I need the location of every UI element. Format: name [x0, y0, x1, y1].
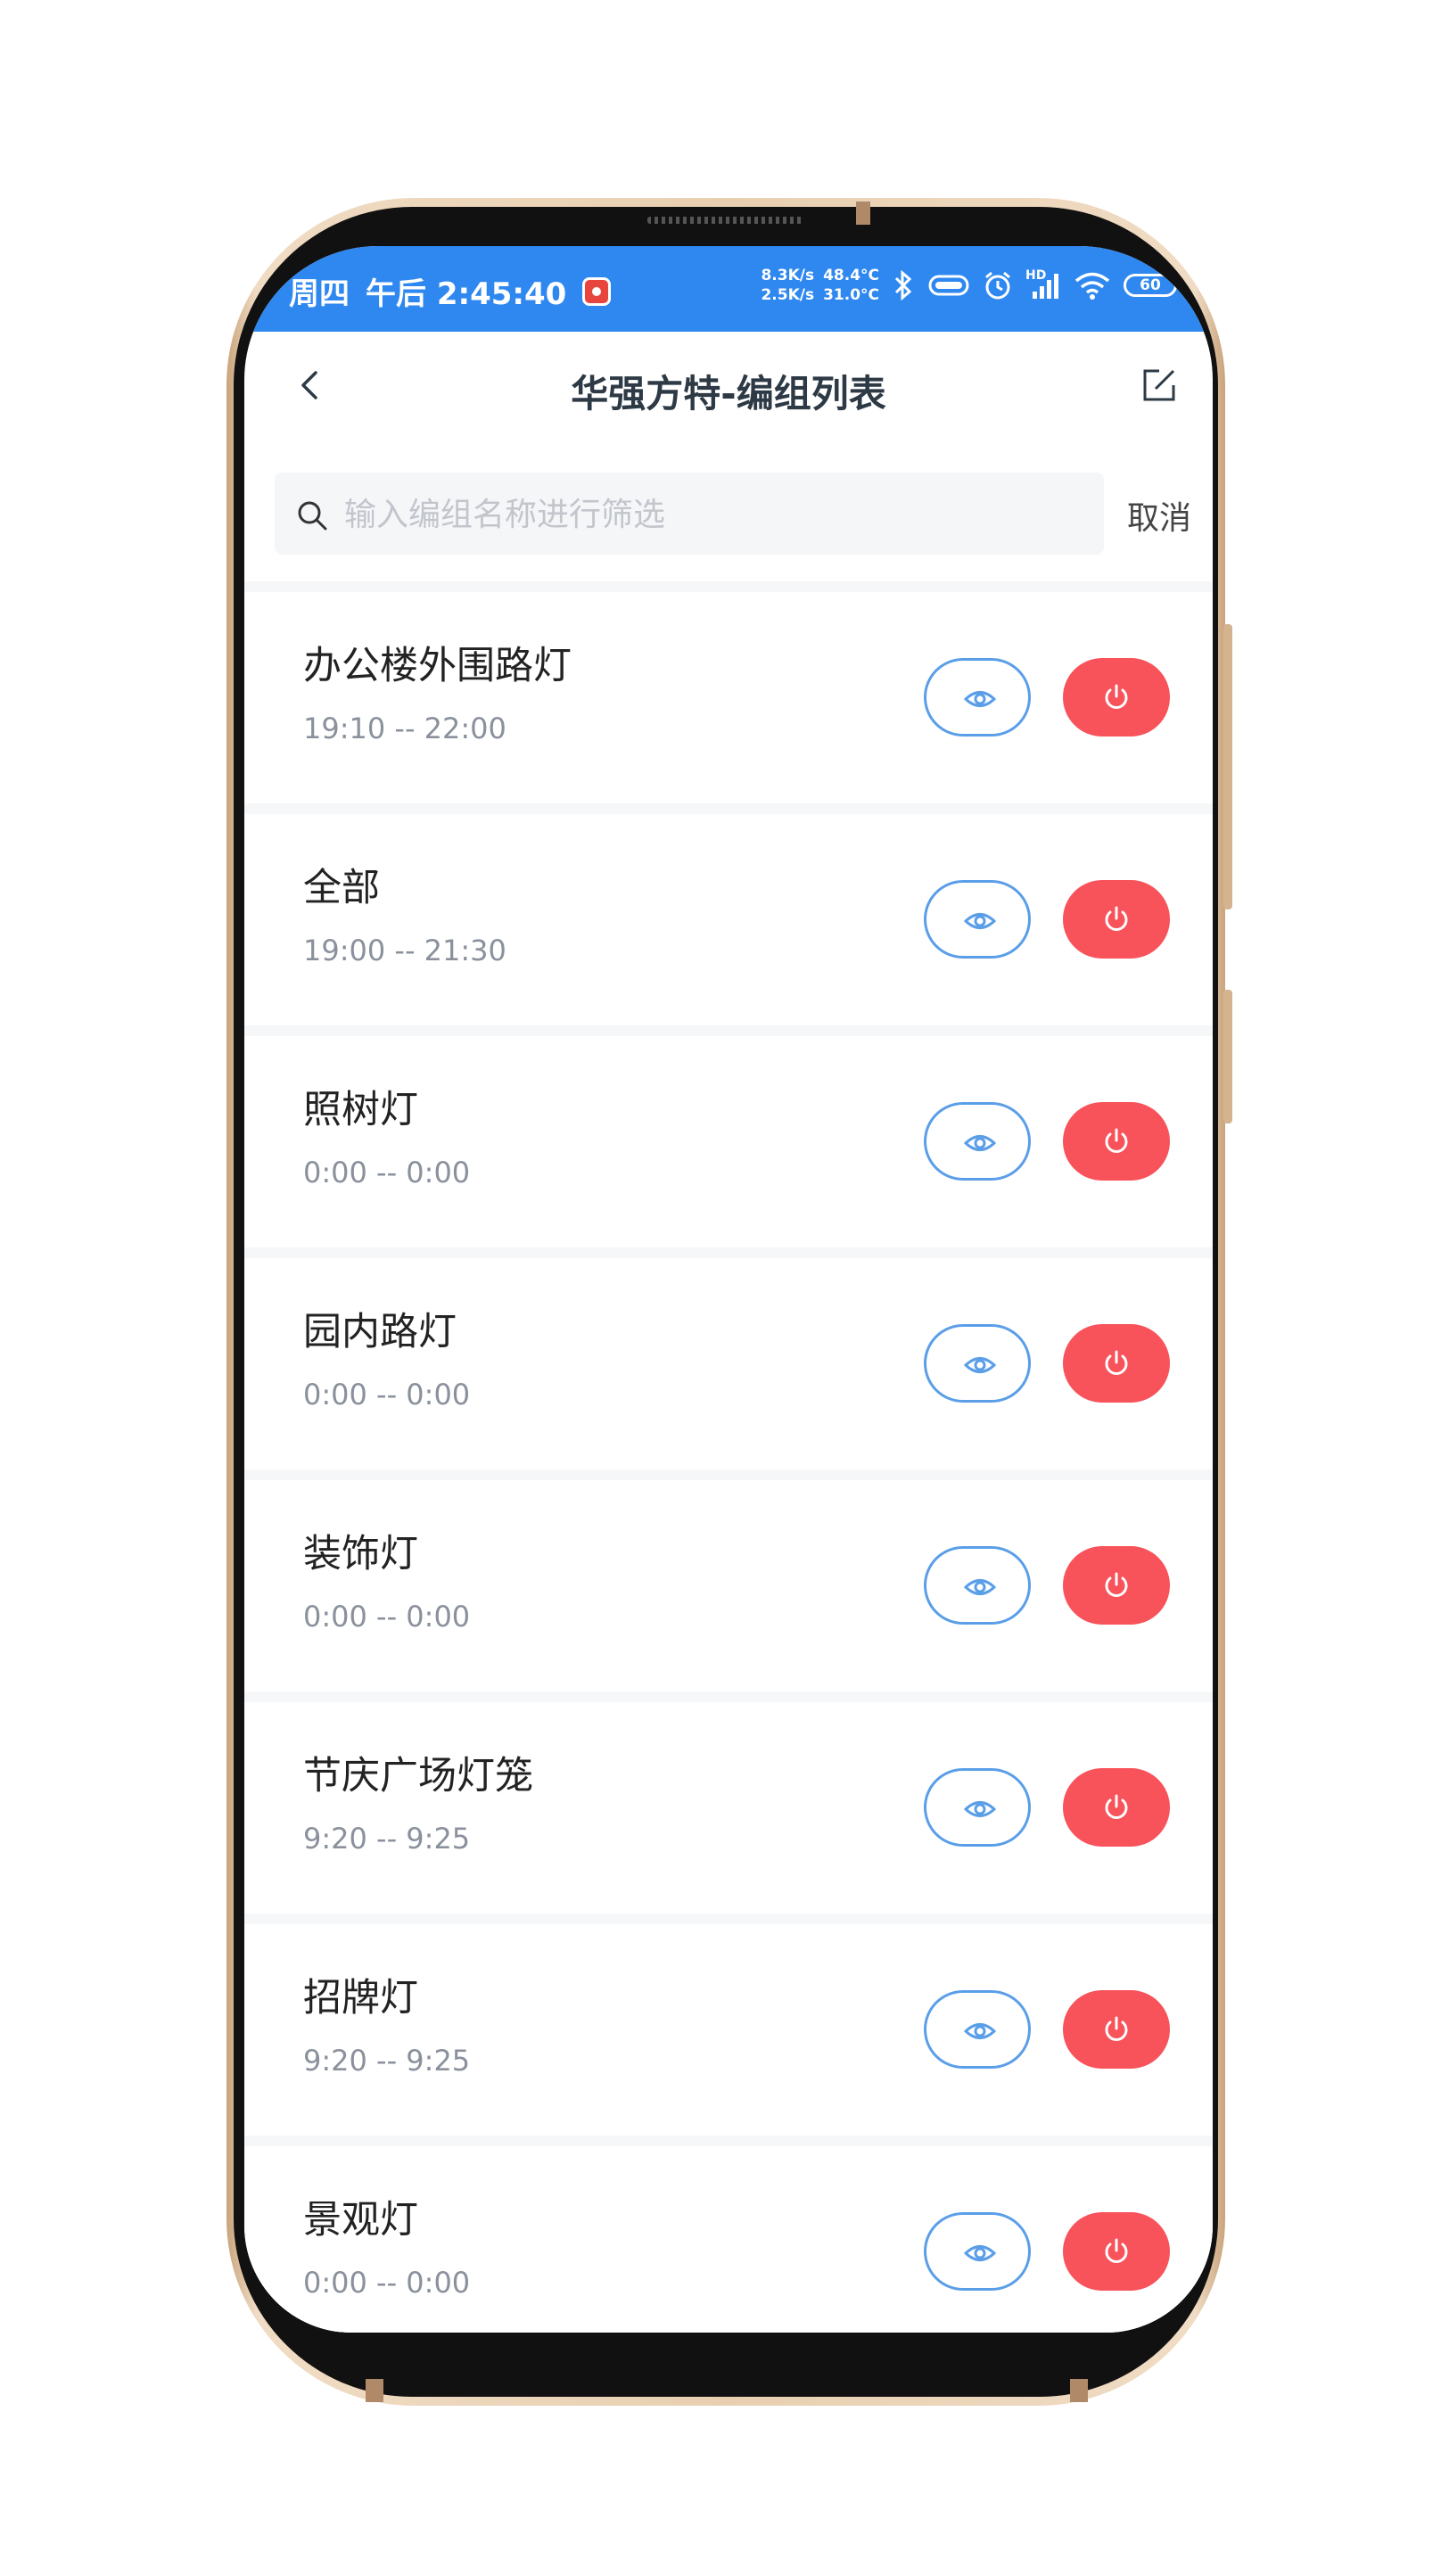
eye-icon — [964, 1135, 996, 1151]
group-schedule: 0:00 -- 0:00 — [303, 1156, 471, 1189]
power-button[interactable] — [1063, 1990, 1170, 2069]
list-separator — [244, 581, 1213, 592]
list-separator — [244, 2136, 1213, 2146]
group-name: 园内路灯 — [303, 1310, 457, 1354]
group-item[interactable]: 招牌灯 9:20 -- 9:25 — [244, 1924, 1213, 2136]
group-item[interactable]: 节庆广场灯笼 9:20 -- 9:25 — [244, 1702, 1213, 1913]
power-button[interactable] — [1063, 880, 1170, 959]
group-name: 全部 — [303, 866, 380, 910]
signal-strength-icon: HD — [1025, 268, 1061, 300]
group-schedule: 0:00 -- 0:00 — [303, 1378, 471, 1411]
power-icon — [1105, 1572, 1128, 1597]
eye-icon — [964, 691, 996, 707]
bottom-safe-area — [244, 2313, 1213, 2333]
bluetooth-icon — [894, 270, 912, 300]
power-icon — [1105, 1128, 1128, 1153]
list-separator — [244, 1247, 1213, 1258]
group-schedule: 19:10 -- 22:00 — [303, 712, 506, 745]
status-indicators: 8.3K/s 48.4°C 2.5K/s 31.0°C HD 60 — [761, 266, 1177, 305]
group-name: 节庆广场灯笼 — [303, 1754, 533, 1798]
status-clock: 周四 午后 2:45:40 — [289, 269, 612, 313]
power-button[interactable] — [1063, 2212, 1170, 2291]
eye-icon — [964, 913, 996, 929]
power-icon — [1105, 684, 1128, 709]
battery-icon: 60 — [1124, 274, 1177, 297]
group-schedule: 9:20 -- 9:25 — [303, 2044, 471, 2078]
view-button[interactable] — [924, 1546, 1031, 1625]
list-separator — [244, 1469, 1213, 1480]
volume-button — [1223, 624, 1232, 909]
power-side-button — [1223, 990, 1232, 1123]
group-name: 装饰灯 — [303, 1532, 418, 1576]
power-icon — [1105, 2238, 1128, 2263]
group-name: 景观灯 — [303, 2198, 418, 2243]
earpiece-grille — [647, 217, 804, 224]
group-item[interactable]: 照树灯 0:00 -- 0:00 — [244, 1036, 1213, 1247]
net-up-speed: 8.3K/s — [761, 267, 815, 284]
list-separator — [244, 803, 1213, 814]
power-button[interactable] — [1063, 1546, 1170, 1625]
list-separator — [244, 1025, 1213, 1036]
group-schedule: 9:20 -- 9:25 — [303, 1822, 471, 1856]
view-button[interactable] — [924, 2212, 1031, 2291]
eye-icon — [964, 1801, 996, 1817]
battery-temp: 31.0°C — [823, 286, 879, 304]
power-button[interactable] — [1063, 658, 1170, 737]
antenna-band — [856, 202, 870, 225]
group-item[interactable]: 办公楼外围路灯 19:10 -- 22:00 — [244, 592, 1213, 803]
alarm-icon — [985, 271, 1010, 300]
group-schedule: 0:00 -- 0:00 — [303, 1600, 471, 1634]
list-separator — [244, 1691, 1213, 1702]
cpu-temp: 48.4°C — [823, 267, 879, 284]
vibrate-icon — [928, 275, 969, 296]
status-bar: 周四 午后 2:45:40 8.3K/s 48.4°C 2.5K/s 31.0°… — [244, 246, 1213, 332]
app-screen: 周四 午后 2:45:40 8.3K/s 48.4°C 2.5K/s 31.0°… — [244, 246, 1213, 2333]
power-icon — [1105, 1350, 1128, 1375]
eye-icon — [964, 1357, 996, 1373]
search-input[interactable] — [342, 473, 1086, 556]
eye-icon — [964, 2023, 996, 2039]
edit-icon — [1143, 369, 1175, 401]
group-item[interactable]: 景观灯 0:00 -- 0:00 — [244, 2146, 1213, 2333]
antenna-band — [366, 2379, 383, 2402]
view-button[interactable] — [924, 880, 1031, 959]
group-name: 招牌灯 — [303, 1976, 418, 2020]
status-time: 午后 2:45:40 — [366, 276, 567, 312]
power-icon — [1105, 906, 1128, 931]
page-title: 华强方特-编组列表 — [571, 372, 886, 416]
group-schedule: 0:00 -- 0:00 — [303, 2266, 471, 2300]
power-button[interactable] — [1063, 1768, 1170, 1847]
cancel-button[interactable]: 取消 — [1127, 492, 1191, 539]
group-name: 办公楼外围路灯 — [303, 644, 572, 688]
list-separator — [244, 1913, 1213, 1924]
antenna-band — [1070, 2379, 1088, 2402]
view-button[interactable] — [924, 1324, 1031, 1403]
power-icon — [1105, 2016, 1128, 2041]
network-speed: 8.3K/s 48.4°C 2.5K/s 31.0°C — [761, 266, 879, 305]
net-down-speed: 2.5K/s — [761, 286, 815, 304]
view-button[interactable] — [924, 1768, 1031, 1847]
group-item[interactable]: 园内路灯 0:00 -- 0:00 — [244, 1258, 1213, 1469]
edit-button[interactable] — [1132, 358, 1186, 412]
power-button[interactable] — [1063, 1324, 1170, 1403]
music-app-icon — [582, 276, 612, 306]
power-button[interactable] — [1063, 1102, 1170, 1181]
group-schedule: 19:00 -- 21:30 — [303, 934, 506, 967]
group-list: 办公楼外围路灯 19:10 -- 22:00 全部 19:00 -- 21:30 — [244, 581, 1213, 2333]
view-button[interactable] — [924, 658, 1031, 737]
search-icon — [298, 501, 327, 531]
wifi-icon — [1074, 272, 1110, 300]
view-button[interactable] — [924, 1102, 1031, 1181]
group-item[interactable]: 全部 19:00 -- 21:30 — [244, 814, 1213, 1025]
view-button[interactable] — [924, 1990, 1031, 2069]
eye-icon — [964, 1579, 996, 1595]
group-item[interactable]: 装饰灯 0:00 -- 0:00 — [244, 1480, 1213, 1691]
search-bar — [275, 473, 1104, 556]
eye-icon — [964, 2245, 996, 2261]
group-name: 照树灯 — [303, 1088, 418, 1132]
status-day: 周四 — [289, 276, 350, 312]
nav-bar: 华强方特-编组列表 — [244, 332, 1213, 439]
power-icon — [1105, 1794, 1128, 1819]
